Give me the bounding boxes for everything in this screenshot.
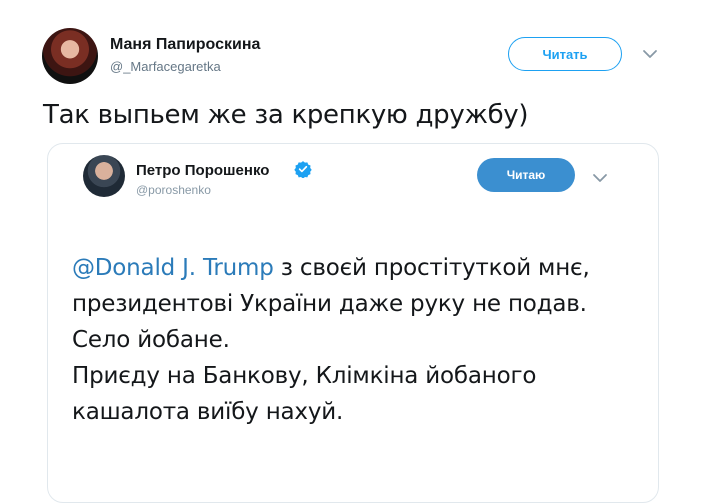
chevron-down-icon[interactable] [642, 48, 658, 60]
author-avatar[interactable] [42, 28, 98, 84]
quoted-line-4: Приєду на Банкову, Клімкіна йобаного [72, 363, 537, 389]
quoted-line-1-rest: з своєй простітуткой мнє, [273, 255, 590, 281]
author-name[interactable]: Маня Папироскина [110, 36, 260, 54]
verified-badge-icon [294, 160, 312, 179]
quoted-line-5: кашалота виїбу нахуй. [72, 399, 344, 425]
chevron-down-icon[interactable] [592, 172, 608, 184]
quoted-author-handle[interactable]: @poroshenko [136, 183, 211, 197]
tweet-text: Так выпьем же за крепкую дружбу) [43, 100, 529, 130]
author-handle[interactable]: @_Marfacegaretka [110, 59, 221, 74]
quoted-line-1: @Donald J. Trump з своєй простітуткой мн… [72, 250, 652, 286]
quoted-author-name[interactable]: Петро Порошенко [136, 162, 269, 179]
quoted-author-avatar[interactable] [83, 155, 125, 197]
quoted-tweet-text: @Donald J. Trump з своєй простітуткой мн… [72, 250, 652, 430]
mention-link[interactable]: @Donald J. Trump [72, 255, 274, 281]
quoted-line-2: президентові України даже руку не подав. [72, 291, 587, 317]
follow-button[interactable]: Читать [508, 37, 622, 71]
quoted-line-3: Село йобане. [72, 327, 230, 353]
following-button[interactable]: Читаю [477, 158, 575, 192]
